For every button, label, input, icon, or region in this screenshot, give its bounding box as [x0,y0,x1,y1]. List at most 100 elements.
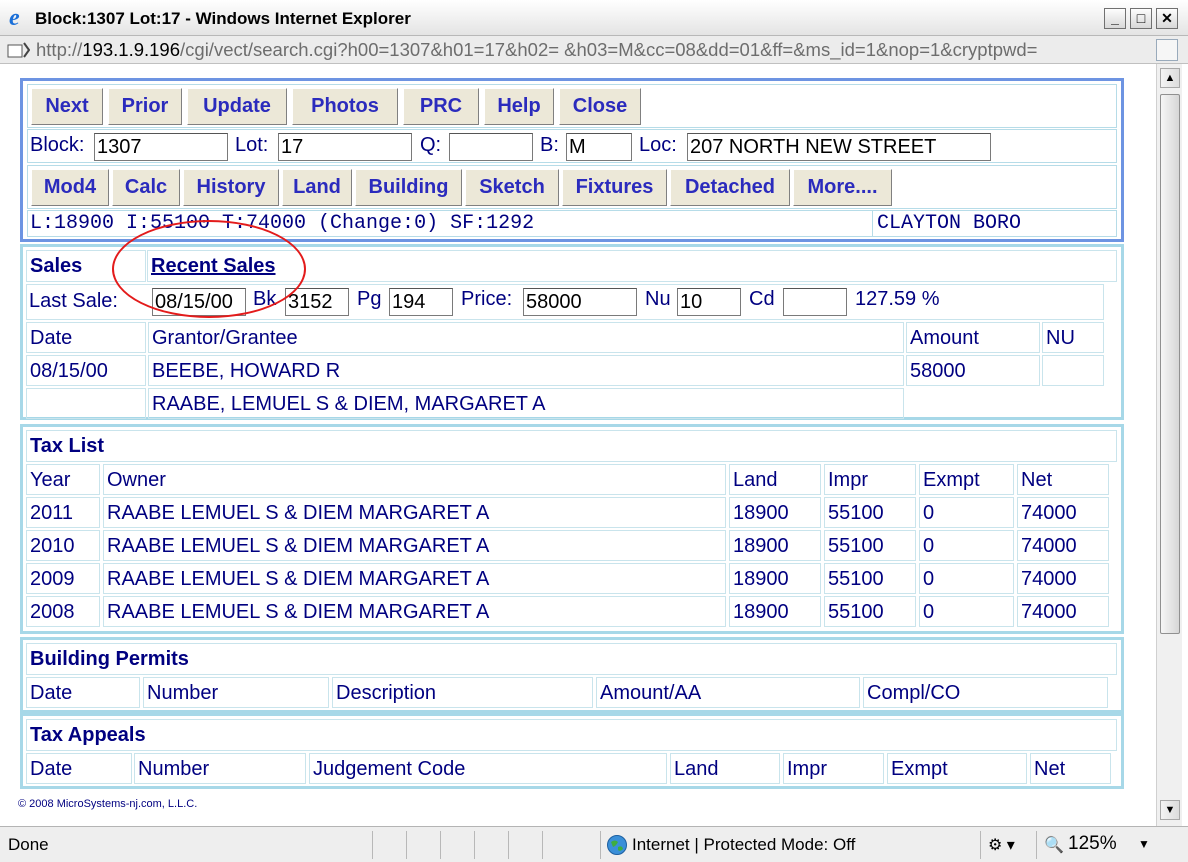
nu-label: Nu [645,288,671,310]
building-button[interactable]: Building [355,169,462,206]
update-button[interactable]: Update [187,88,287,125]
module-toolbar: Mod4 Calc History Land Building Sketch F… [27,165,1117,209]
permits-heading: Building Permits [26,643,1117,675]
tax-header-year: Year [26,464,100,495]
property-header-panel: Next Prior Update Photos PRC Help Close … [20,78,1124,242]
minimize-button[interactable]: _ [1104,8,1126,29]
tax-row-year: 2010 [26,530,100,561]
calc-button[interactable]: Calc [112,169,180,206]
sale-row-nu [1042,355,1104,386]
qualifier-input[interactable] [449,133,533,161]
b-input[interactable] [566,133,632,161]
page-input[interactable] [389,288,453,316]
cd-label: Cd [749,288,775,310]
detached-button[interactable]: Detached [670,169,790,206]
zoom-level[interactable]: 125% [1068,833,1117,855]
lot-label: Lot: [235,134,269,156]
tax-row-exmpt: 0 [919,530,1014,561]
more-button[interactable]: More.... [793,169,892,206]
security-zone: Internet | Protected Mode: Off [632,835,856,854]
maximize-button[interactable]: □ [1130,8,1152,29]
mod4-button[interactable]: Mod4 [31,169,109,206]
last-sale-label: Last Sale: [29,290,118,312]
loc-label: Loc: [639,134,677,156]
appeals-header-date: Date [26,753,132,784]
tax-header-owner: Owner [103,464,726,495]
sale-ratio: 127.59 % [855,288,940,310]
url-text[interactable]: http://193.1.9.196/cgi/vect/search.cgi?h… [36,39,1150,61]
photos-button[interactable]: Photos [292,88,398,125]
sale-row-date: 08/15/00 [26,355,146,386]
tax-row-exmpt: 0 [919,563,1014,594]
sale-row-grantee: RAABE, LEMUEL S & DIEM, MARGARET A [148,388,904,419]
tax-row-owner: RAABE LEMUEL S & DIEM MARGARET A [103,563,726,594]
page-icon [7,42,30,58]
land-button[interactable]: Land [282,169,352,206]
annotation-ring [112,220,306,318]
sketch-button[interactable]: Sketch [465,169,559,206]
tax-list-panel: Tax List Year Owner Land Impr Exmpt Net … [20,424,1124,634]
tax-row-land: 18900 [729,497,821,528]
tax-row-impr: 55100 [824,497,916,528]
tax-appeals-panel: Tax Appeals Date Number Judgement Code L… [20,713,1124,789]
protected-mode-icon[interactable]: ⚙ ▾ [988,835,1015,855]
tax-row-impr: 55100 [824,563,916,594]
appeals-header-number: Number [134,753,306,784]
fixtures-button[interactable]: Fixtures [562,169,667,206]
help-button[interactable]: Help [484,88,554,125]
sale-row-grantor: BEEBE, HOWARD R [148,355,904,386]
prc-button[interactable]: PRC [403,88,479,125]
building-permits-panel: Building Permits Date Number Description… [20,637,1124,713]
scroll-down-icon[interactable]: ▼ [1160,800,1180,820]
location-input[interactable] [687,133,991,161]
search-row: Block: Lot: Q: B: Loc: [27,129,1117,163]
tax-row-impr: 55100 [824,530,916,561]
tax-header-impr: Impr [824,464,916,495]
block-label: Block: [30,134,85,156]
block-input[interactable] [94,133,228,161]
sales-header-amount: Amount [906,322,1040,353]
tax-row-land: 18900 [729,530,821,561]
status-text: Done [8,835,49,854]
lot-input[interactable] [278,133,412,161]
scroll-thumb[interactable] [1160,94,1180,634]
close-window-button[interactable]: ✕ [1156,8,1178,29]
tax-row-net: 74000 [1017,497,1109,528]
scroll-up-icon[interactable]: ▲ [1160,68,1180,88]
status-bar: Done Internet | Protected Mode: Off ⚙ ▾ … [0,826,1188,862]
permits-header-number: Number [143,677,329,708]
appeals-heading: Tax Appeals [26,719,1117,751]
cd-input[interactable] [783,288,847,316]
price-input[interactable] [523,288,637,316]
sale-row-date [26,388,146,419]
title-bar: e Block:1307 Lot:17 - Windows Internet E… [0,0,1188,36]
tax-header-net: Net [1017,464,1109,495]
book-input[interactable] [285,288,349,316]
history-button[interactable]: History [183,169,279,206]
appeals-header-land: Land [670,753,780,784]
tax-row-owner: RAABE LEMUEL S & DIEM MARGARET A [103,497,726,528]
price-label: Price: [461,288,513,310]
next-button[interactable]: Next [31,88,103,125]
tax-list-heading: Tax List [26,430,1117,462]
sales-header-nu: NU [1042,322,1104,353]
close-button[interactable]: Close [559,88,641,125]
zoom-dropdown-icon[interactable]: ▼ [1138,837,1150,851]
sale-row-amount: 58000 [906,355,1040,386]
globe-icon [607,835,627,855]
b-label: B: [540,134,559,156]
pg-label: Pg [357,288,382,310]
tax-row-year: 2009 [26,563,100,594]
compatibility-icon[interactable] [1156,39,1178,61]
q-label: Q: [420,134,442,156]
nu-input[interactable] [677,288,741,316]
vertical-scrollbar[interactable]: ▲ ▼ [1156,64,1182,826]
tax-row-exmpt: 0 [919,497,1014,528]
address-bar[interactable]: http://193.1.9.196/cgi/vect/search.cgi?h… [0,36,1188,64]
tax-row-owner: RAABE LEMUEL S & DIEM MARGARET A [103,596,726,627]
prior-button[interactable]: Prior [108,88,182,125]
nav-toolbar: Next Prior Update Photos PRC Help Close [27,84,1117,128]
tax-row-net: 74000 [1017,563,1109,594]
appeals-header-exmpt: Exmpt [887,753,1027,784]
tax-row-impr: 55100 [824,596,916,627]
